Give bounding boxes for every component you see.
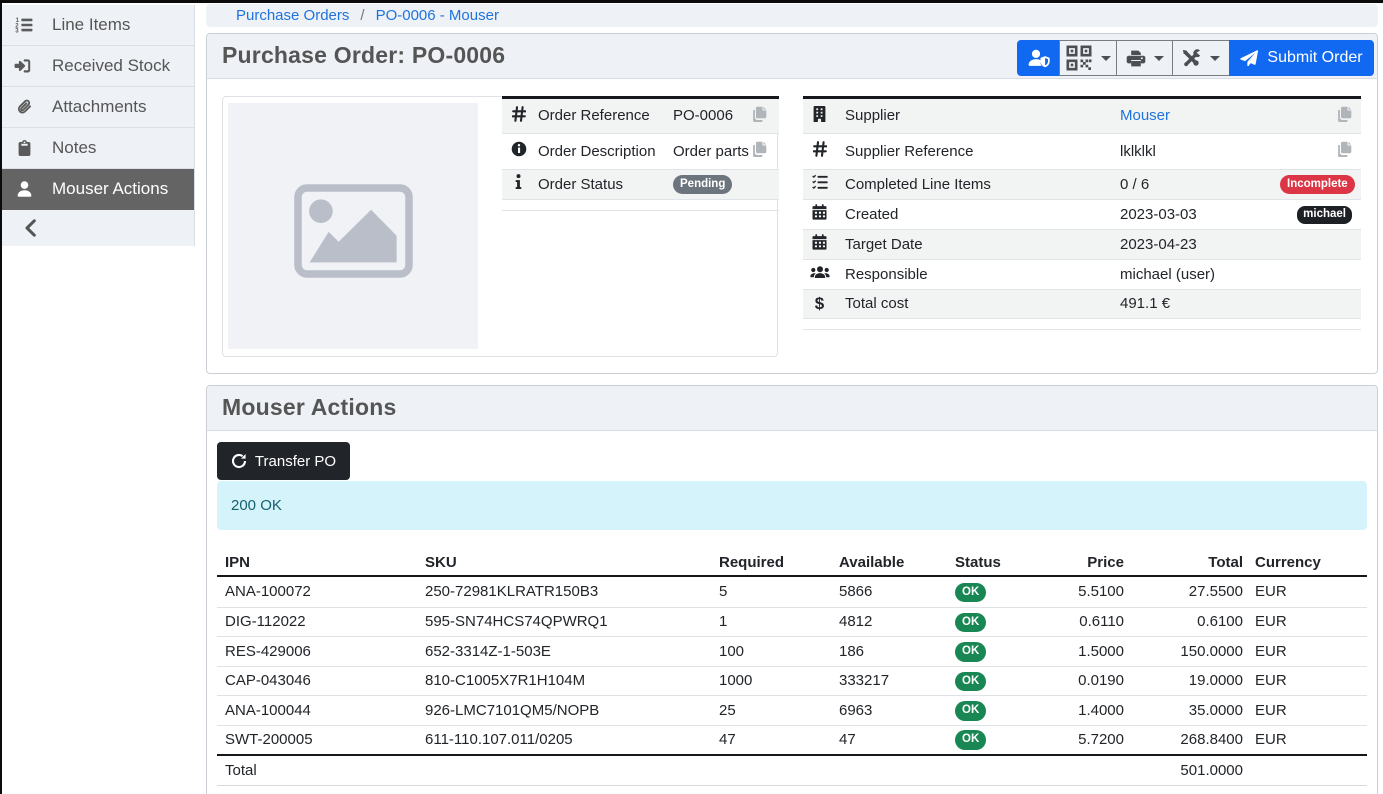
svg-text:3: 3 [15, 28, 19, 33]
